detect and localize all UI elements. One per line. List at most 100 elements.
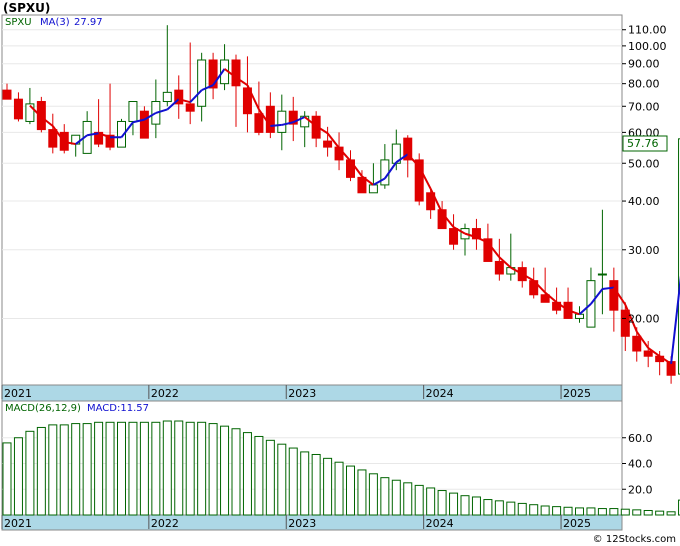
price-tick-label: 50.00 [628, 157, 660, 170]
x-tick-label: 2022 [151, 387, 179, 400]
macd-bar [609, 508, 619, 516]
macd-bar [82, 423, 92, 516]
candle-body [48, 129, 58, 148]
macd-bar [162, 420, 172, 516]
macd-bar [471, 496, 481, 516]
macd-bar [139, 421, 149, 516]
candle-body [357, 176, 367, 194]
macd-bar [426, 487, 436, 516]
macd-bar [391, 479, 401, 516]
macd-bar [208, 423, 218, 516]
macd-bar [220, 425, 230, 516]
macd-bar [128, 421, 138, 516]
macd-bar [174, 420, 184, 516]
candle-body [231, 59, 241, 87]
last-price-tag: 57.76 [622, 135, 668, 152]
macd-bar [449, 492, 459, 516]
macd-bar [655, 510, 665, 516]
macd-bar [529, 504, 539, 516]
candle-body [632, 335, 642, 352]
macd-bar [540, 505, 550, 516]
macd-bar [575, 507, 584, 516]
legend-symbol: SPXU [5, 17, 32, 28]
macd-bar [563, 506, 573, 516]
candle-body [2, 89, 12, 100]
price-tick-label: 90.00 [628, 58, 660, 71]
macd-bar [460, 495, 470, 516]
macd-bar [506, 501, 516, 516]
candle-body [13, 98, 23, 120]
price-tick-label: 40.00 [628, 195, 660, 208]
footer-credit: © 12Stocks.com [592, 534, 676, 545]
legend-ma-label: MA(3) [40, 17, 70, 28]
price-tick-label: 30.00 [628, 244, 660, 257]
macd-bar [117, 421, 126, 516]
macd-tick-label: 40.0 [628, 458, 653, 471]
price-tick-label: 20.00 [628, 312, 660, 325]
x-tick-label: 2024 [426, 517, 454, 530]
macd-tick-label: 60.0 [628, 432, 653, 445]
x-tick-label: 2025 [563, 387, 591, 400]
macd-bar [346, 465, 355, 516]
ma3-segment [602, 286, 614, 290]
candle-body [449, 228, 459, 245]
x-tick-label: 2022 [151, 517, 179, 530]
candle-body [575, 313, 584, 319]
chart-title: (SPXU) [3, 1, 51, 15]
price-plot-frame [1, 14, 623, 402]
price-tick-label: 100.00 [628, 40, 667, 53]
macd-bar [197, 421, 207, 516]
candle-body [494, 260, 504, 275]
ma3-segment [270, 123, 282, 128]
macd-bar [597, 508, 607, 516]
candle-body [643, 350, 653, 357]
macd-bar [71, 423, 81, 516]
macd-bar [517, 502, 527, 516]
macd-bar [620, 508, 630, 516]
macd-bar [437, 490, 447, 516]
candle [139, 106, 149, 139]
macd-bar [323, 457, 333, 516]
price-tick-label: 70.00 [628, 100, 660, 113]
macd-tick-label: 20.0 [628, 483, 653, 496]
macd-bar [586, 507, 596, 516]
macd-bar [483, 499, 493, 516]
candle-body [185, 103, 195, 112]
macd-legend: MACD(26,12,9) MACD:11.57 [5, 403, 149, 414]
macd-bar [380, 477, 390, 516]
legend-macd-label: MACD(26,12,9) [5, 403, 81, 414]
macd-panel: 60.0 40.0 20.0 2021 2022 2023 2024 2025 MACD(2… [1, 400, 680, 531]
macd-bar [368, 473, 378, 516]
macd-bar [334, 461, 344, 516]
price-panel: 110.00100.0090.0080.0070.0060.0050.0040.… [1, 14, 680, 402]
last-price-value: 57.76 [627, 137, 659, 150]
macd-bar [13, 437, 23, 516]
x-tick-label: 2024 [426, 387, 454, 400]
x-tick-label: 2021 [4, 387, 32, 400]
legend-macd-value: MACD:11.57 [87, 403, 149, 414]
macd-bar [25, 430, 35, 516]
macd-bar [300, 451, 310, 516]
candle-body [609, 280, 619, 311]
x-tick-label: 2023 [288, 387, 316, 400]
macd-bar [59, 424, 69, 516]
macd-bar [151, 421, 161, 516]
x-tick-label: 2025 [563, 517, 591, 530]
x-tick-label: 2023 [288, 517, 316, 530]
candle-body [254, 113, 264, 133]
macd-bar [185, 421, 195, 516]
macd-bar [552, 506, 562, 516]
price-legend: SPXU MA(3) 27.97 [5, 17, 103, 28]
macd-bar [242, 432, 252, 516]
x-tick-label: 2021 [4, 517, 32, 530]
macd-bar [48, 424, 58, 516]
candle-body [323, 140, 333, 148]
candle-body [597, 273, 607, 276]
macd-bar [403, 482, 413, 516]
price-tick-label: 80.00 [628, 78, 660, 91]
candle-body [139, 110, 149, 139]
candle-body [368, 184, 378, 194]
macd-bar [632, 509, 642, 516]
candle [414, 153, 424, 206]
candle-body [265, 105, 275, 133]
